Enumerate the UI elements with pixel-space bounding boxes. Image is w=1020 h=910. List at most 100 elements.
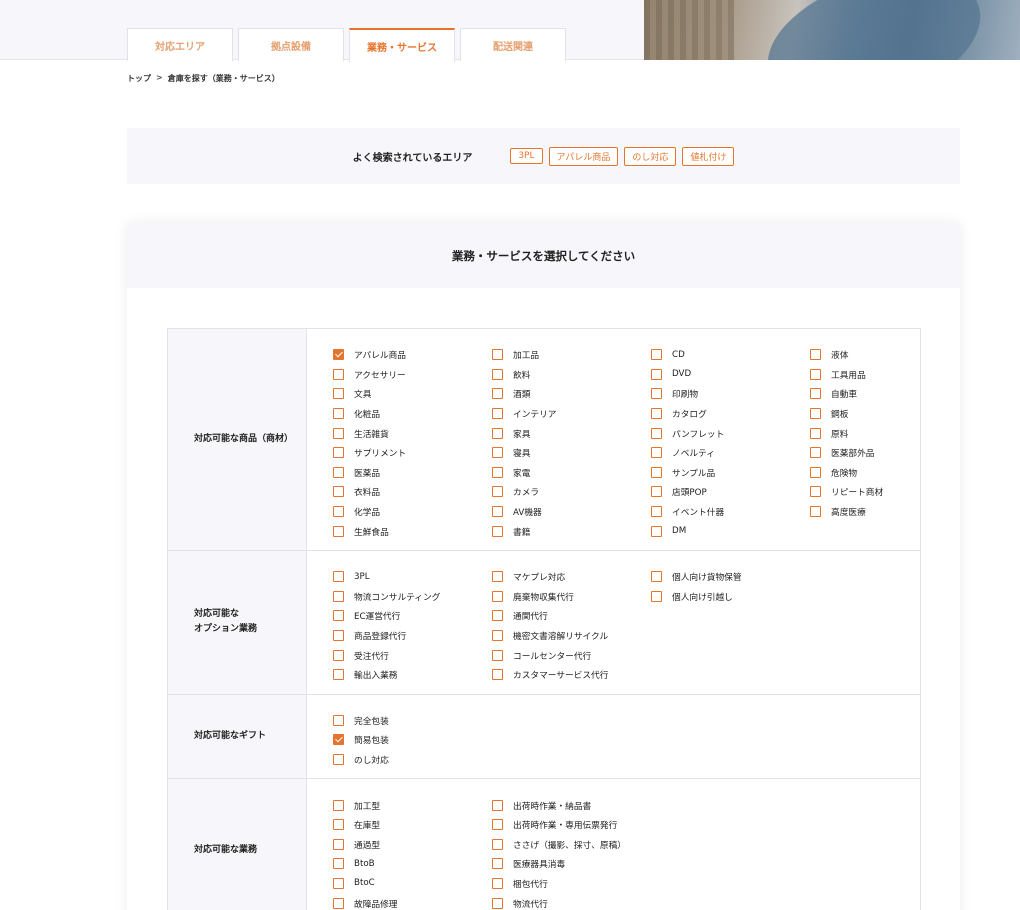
checkbox-icon[interactable] (333, 486, 344, 498)
checkbox-icon[interactable] (492, 447, 503, 459)
checkbox-option[interactable]: 受注代行 (333, 645, 492, 665)
checkbox-icon[interactable] (333, 466, 344, 478)
checkbox-icon[interactable] (651, 427, 662, 439)
checkbox-icon[interactable] (651, 466, 662, 478)
checkbox-option[interactable]: 通過型 (333, 834, 492, 854)
checkbox-icon[interactable] (492, 408, 503, 420)
checkbox-option[interactable]: サンプル品 (651, 463, 810, 483)
checkbox-option[interactable]: 完全包装 (333, 711, 492, 731)
checkbox-option[interactable]: 医薬部外品 (810, 443, 920, 463)
checkbox-icon[interactable] (810, 388, 821, 400)
popular-chip-noshi[interactable]: のし対応 (624, 146, 677, 166)
breadcrumb-home-link[interactable]: トップ (127, 73, 151, 84)
checkbox-option[interactable]: 液体 (810, 345, 920, 365)
checkbox-icon[interactable] (810, 447, 821, 459)
tab-area[interactable]: 対応エリア (127, 28, 233, 61)
checkbox-option[interactable]: BtoB (333, 854, 492, 874)
checkbox-option[interactable]: 生鮮食品 (333, 521, 492, 541)
checkbox-icon[interactable] (492, 506, 503, 518)
checkbox-option[interactable]: カタログ (651, 404, 810, 424)
checkbox-option[interactable]: 加工型 (333, 795, 492, 815)
checkbox-option[interactable]: 家具 (492, 423, 651, 443)
checkbox-option[interactable]: DVD (651, 365, 810, 385)
checkbox-option[interactable]: アパレル商品 (333, 345, 492, 365)
checkbox-option[interactable]: 在庫型 (333, 815, 492, 835)
checkbox-icon[interactable] (651, 388, 662, 400)
checkbox-option[interactable]: コールセンター代行 (492, 645, 651, 665)
checkbox-option[interactable]: カスタマーサービス代行 (492, 665, 651, 685)
checkbox-option[interactable]: イベント什器 (651, 502, 810, 522)
checkbox-icon[interactable] (651, 368, 662, 380)
checkbox-option[interactable]: 廃棄物収集代行 (492, 587, 651, 607)
checkbox-option[interactable]: インテリア (492, 404, 651, 424)
checkbox-option[interactable]: カメラ (492, 482, 651, 502)
checkbox-option[interactable]: 家電 (492, 463, 651, 483)
checkbox-option[interactable]: 輸出入業務 (333, 665, 492, 685)
checkbox-option[interactable]: DM (651, 521, 810, 541)
checkbox-option[interactable]: 自動車 (810, 384, 920, 404)
checkbox-icon[interactable] (333, 877, 344, 889)
checkbox-option[interactable]: 寝具 (492, 443, 651, 463)
checkbox-option[interactable]: 通関代行 (492, 606, 651, 626)
checkbox-icon[interactable] (492, 838, 503, 850)
checkbox-icon[interactable] (333, 506, 344, 518)
checkbox-icon[interactable] (492, 486, 503, 498)
checkbox-option[interactable]: サプリメント (333, 443, 492, 463)
checkbox-icon[interactable] (651, 408, 662, 420)
checkbox-icon[interactable] (333, 427, 344, 439)
check-icon[interactable] (333, 349, 344, 361)
checkbox-option[interactable]: 鋼板 (810, 404, 920, 424)
checkbox-icon[interactable] (810, 466, 821, 478)
checkbox-option[interactable]: CD (651, 345, 810, 365)
checkbox-icon[interactable] (333, 447, 344, 459)
checkbox-option[interactable]: BtoC (333, 874, 492, 894)
checkbox-icon[interactable] (333, 525, 344, 537)
checkbox-option[interactable]: 個人向け引越し (651, 587, 810, 607)
checkbox-icon[interactable] (492, 858, 503, 870)
checkbox-icon[interactable] (810, 506, 821, 518)
checkbox-icon[interactable] (333, 590, 344, 602)
checkbox-option[interactable]: のし対応 (333, 750, 492, 770)
checkbox-icon[interactable] (333, 714, 344, 726)
checkbox-option[interactable]: 化学品 (333, 502, 492, 522)
checkbox-icon[interactable] (333, 799, 344, 811)
checkbox-option[interactable]: ささげ（撮影、採寸、原稿） (492, 834, 651, 854)
checkbox-icon[interactable] (492, 669, 503, 681)
checkbox-icon[interactable] (651, 486, 662, 498)
checkbox-icon[interactable] (651, 571, 662, 583)
checkbox-icon[interactable] (492, 349, 503, 361)
checkbox-icon[interactable] (492, 590, 503, 602)
tab-facility[interactable]: 拠点設備 (238, 28, 344, 61)
checkbox-option[interactable]: 3PL (333, 567, 492, 587)
checkbox-option[interactable]: 物流代行 (492, 893, 651, 910)
checkbox-icon[interactable] (492, 630, 503, 642)
checkbox-option[interactable]: 高度医療 (810, 502, 920, 522)
checkbox-icon[interactable] (333, 610, 344, 622)
checkbox-option[interactable]: 衣料品 (333, 482, 492, 502)
checkbox-icon[interactable] (333, 630, 344, 642)
checkbox-icon[interactable] (333, 753, 344, 765)
tab-delivery[interactable]: 配送関連 (460, 28, 566, 61)
checkbox-option[interactable]: 梱包代行 (492, 874, 651, 894)
checkbox-icon[interactable] (492, 368, 503, 380)
checkbox-option[interactable]: 工具用品 (810, 365, 920, 385)
checkbox-icon[interactable] (810, 408, 821, 420)
checkbox-option[interactable]: 危険物 (810, 463, 920, 483)
checkbox-icon[interactable] (651, 447, 662, 459)
checkbox-icon[interactable] (651, 506, 662, 518)
checkbox-option[interactable]: 物流コンサルティング (333, 587, 492, 607)
checkbox-icon[interactable] (492, 571, 503, 583)
checkbox-icon[interactable] (492, 649, 503, 661)
checkbox-option[interactable]: 飲料 (492, 365, 651, 385)
checkbox-option[interactable]: マケプレ対応 (492, 567, 651, 587)
checkbox-icon[interactable] (333, 649, 344, 661)
checkbox-option[interactable]: 酒類 (492, 384, 651, 404)
checkbox-icon[interactable] (492, 427, 503, 439)
checkbox-icon[interactable] (492, 877, 503, 889)
checkbox-option[interactable]: 原料 (810, 423, 920, 443)
checkbox-icon[interactable] (333, 571, 344, 583)
checkbox-option[interactable]: 医薬品 (333, 463, 492, 483)
checkbox-option[interactable]: ノベルティ (651, 443, 810, 463)
checkbox-option[interactable]: 出荷時作業・納品書 (492, 795, 651, 815)
checkbox-option[interactable]: 出荷時作業・専用伝票発行 (492, 815, 651, 835)
